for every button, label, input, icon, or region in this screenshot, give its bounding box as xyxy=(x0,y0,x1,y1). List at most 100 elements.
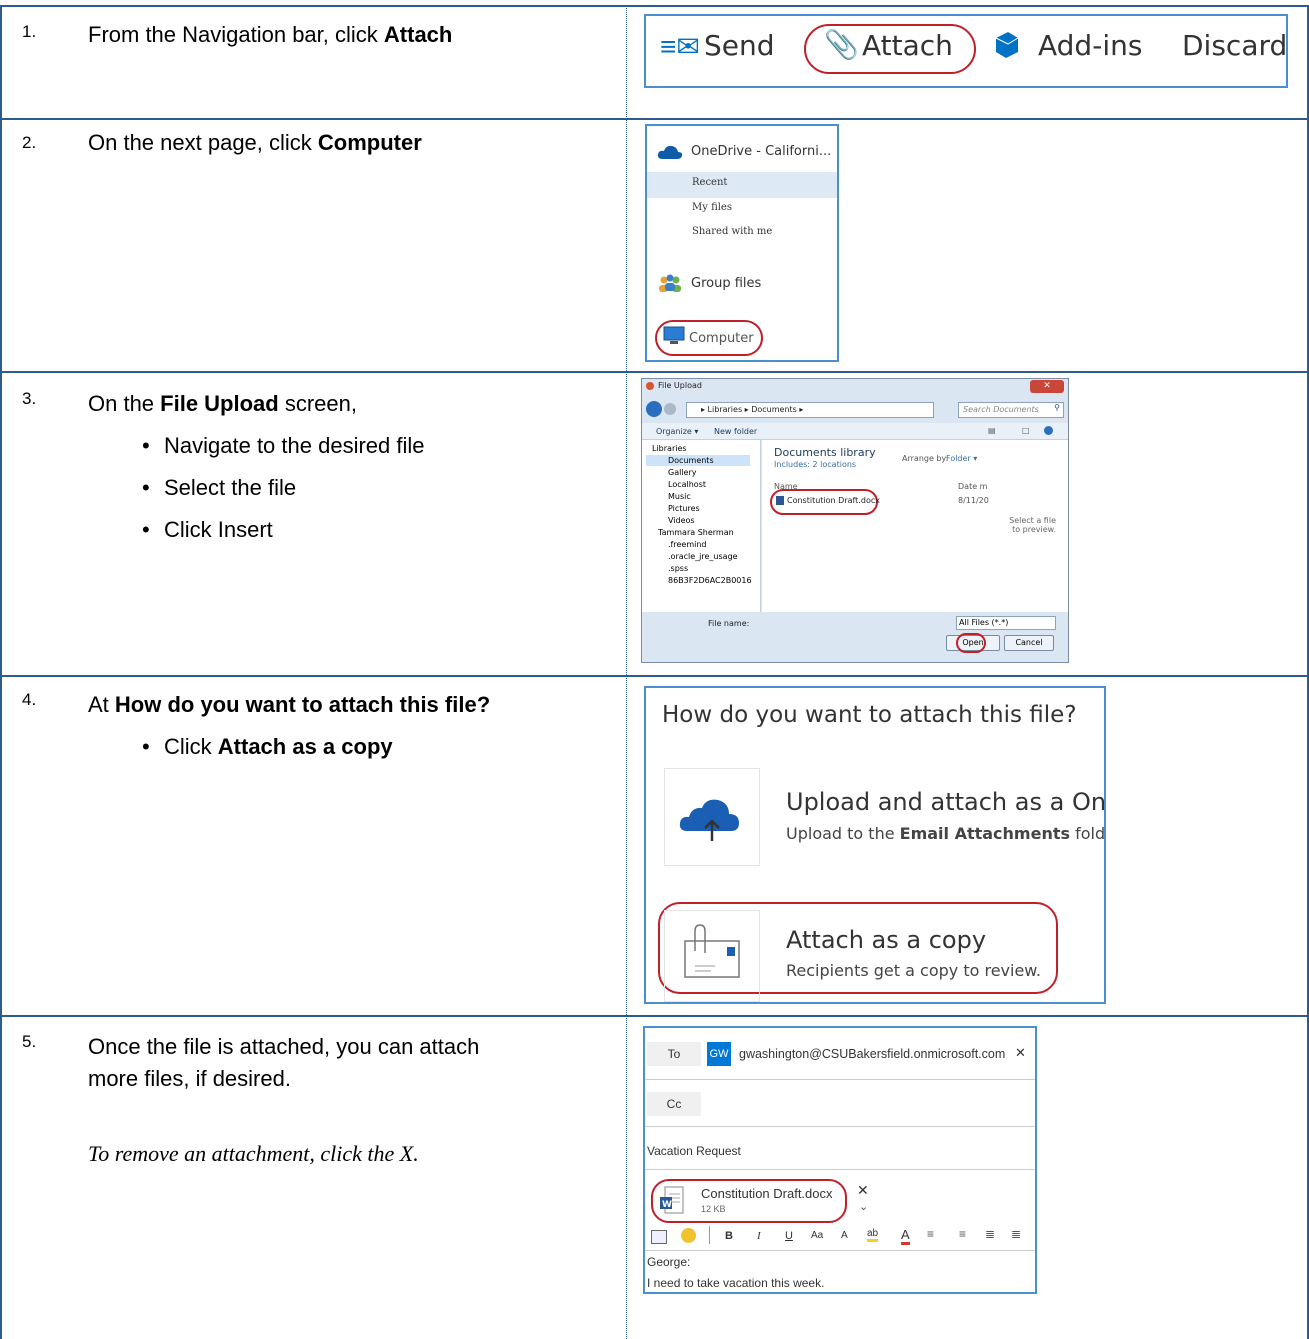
tree-item[interactable]: Music xyxy=(668,492,691,501)
cc-button[interactable]: Cc xyxy=(647,1092,701,1116)
view-icon[interactable]: ▤ xyxy=(988,426,996,435)
attach-copy-desc: Recipients get a copy to review. xyxy=(786,961,1041,980)
table-rule xyxy=(0,371,1309,373)
underline-button[interactable]: U xyxy=(785,1230,793,1242)
close-icon[interactable]: ✕ xyxy=(1030,380,1064,393)
discard-button[interactable]: Discard xyxy=(1182,29,1287,62)
table-divider xyxy=(626,6,627,1339)
group-files-item[interactable]: Group files xyxy=(691,276,761,291)
library-title: Documents library xyxy=(774,446,876,459)
step-text: At How do you want to attach this file? xyxy=(88,692,491,717)
divider xyxy=(645,1169,1035,1170)
tree-item[interactable]: .freemind xyxy=(668,540,706,549)
italic-button[interactable]: I xyxy=(757,1230,761,1242)
addins-button[interactable]: Add-ins xyxy=(1038,29,1142,62)
search-input[interactable]: Search Documents ⚲ xyxy=(958,402,1064,418)
tree-item[interactable]: Videos xyxy=(668,516,695,525)
bullet-item: Click Attach as a copy xyxy=(142,726,393,768)
organize-button[interactable]: Organize ▾ xyxy=(656,427,698,436)
body-line[interactable]: George: xyxy=(647,1255,690,1269)
folder-tree: Libraries Documents Gallery Localhost Mu… xyxy=(642,440,761,612)
cancel-button[interactable]: Cancel xyxy=(1004,635,1054,651)
step-text: On the next page, click Computer xyxy=(88,130,422,155)
step-text: From the Navigation bar, click Attach xyxy=(88,22,453,47)
step-number: 2. xyxy=(22,133,37,152)
recipient-email[interactable]: gwashington@CSUBakersfield.onmicrosoft.c… xyxy=(739,1047,1005,1061)
tree-item[interactable]: Gallery xyxy=(668,468,697,477)
to-button[interactable]: To xyxy=(647,1042,701,1066)
highlight-button[interactable]: ab xyxy=(867,1228,879,1242)
emoji-icon[interactable] xyxy=(681,1228,696,1243)
bullets-icon[interactable]: ≡ xyxy=(927,1227,934,1241)
pane-icon[interactable]: □ xyxy=(1022,426,1030,435)
image-icon[interactable] xyxy=(651,1230,667,1244)
toolbar-separator xyxy=(709,1226,710,1244)
dialog-title: File Upload xyxy=(658,381,702,390)
step-number: 3. xyxy=(22,389,37,408)
subject-field[interactable]: Vacation Request xyxy=(647,1144,741,1158)
bold-button[interactable]: B xyxy=(725,1230,733,1242)
search-placeholder: Search Documents xyxy=(963,405,1039,414)
nav-item-shared[interactable]: Shared with me xyxy=(692,226,772,237)
new-folder-button[interactable]: New folder xyxy=(714,427,757,436)
tree-item[interactable]: Localhost xyxy=(668,480,706,489)
attach-button[interactable]: Attach xyxy=(862,29,953,62)
font-size-button[interactable]: Aa xyxy=(811,1230,823,1241)
nav-item-my-files[interactable]: My files xyxy=(692,202,732,213)
outdent-icon[interactable]: ≣ xyxy=(1011,1227,1021,1241)
grow-font-button[interactable]: A xyxy=(841,1230,848,1241)
indent-icon[interactable]: ≣ xyxy=(985,1227,995,1241)
dialog-app-icon xyxy=(646,382,654,390)
tree-item[interactable]: 86B3F2D6AC2B0016 xyxy=(668,576,752,585)
file-list-pane: Documents library Includes: 2 locations … xyxy=(762,440,1068,612)
attachment-name[interactable]: Constitution Draft.docx xyxy=(701,1186,833,1201)
file-row-date: 8/11/20 xyxy=(958,496,989,505)
body-line[interactable]: I need to take vacation this week. xyxy=(647,1276,824,1290)
numbering-icon[interactable]: ≡ xyxy=(959,1227,966,1241)
divider xyxy=(645,1250,1035,1251)
attachment-size: 12 KB xyxy=(701,1204,726,1214)
upload-option-tile[interactable] xyxy=(664,768,760,866)
remove-attachment-icon[interactable]: ✕ xyxy=(857,1182,869,1199)
cloud-upload-icon xyxy=(679,799,739,841)
attach-copy-title[interactable]: Attach as a copy xyxy=(786,926,986,954)
chevron-down-icon[interactable]: ⌄ xyxy=(859,1200,868,1213)
help-icon[interactable] xyxy=(1044,426,1053,435)
tree-item[interactable]: .oracle_jre_usage xyxy=(668,552,738,561)
tree-item[interactable]: Documents xyxy=(668,456,714,465)
compose-screenshot: To GW gwashington@CSUBakersfield.onmicro… xyxy=(643,1026,1037,1294)
tree-item[interactable]: Pictures xyxy=(668,504,700,513)
attach-dialog-heading: How do you want to attach this file? xyxy=(662,702,1077,728)
file-type-select[interactable]: All Files (*.*) xyxy=(956,616,1056,630)
nav-item-recent[interactable]: Recent xyxy=(692,177,727,188)
attach-copy-tile[interactable] xyxy=(664,910,760,1002)
instruction-table: 1. From the Navigation bar, click Attach… xyxy=(0,0,1309,1339)
send-button[interactable]: Send xyxy=(704,29,775,62)
tree-item[interactable]: Libraries xyxy=(652,444,687,453)
date-column-header[interactable]: Date m xyxy=(958,482,987,491)
step-text: more files, if desired. xyxy=(88,1066,291,1091)
computer-item[interactable]: Computer xyxy=(689,331,754,346)
library-includes[interactable]: Includes: 2 locations xyxy=(774,460,856,469)
arrange-select[interactable]: Folder ▾ xyxy=(946,454,977,463)
computer-icon xyxy=(663,326,685,346)
forward-button[interactable] xyxy=(664,403,676,415)
divider xyxy=(645,1126,1035,1127)
file-row-name[interactable]: Constitution Draft.docx xyxy=(787,496,880,505)
tree-item[interactable]: Tammara Sherman xyxy=(658,528,734,537)
search-icon: ⚲ xyxy=(1054,403,1060,412)
bullet-item: Select the file xyxy=(142,467,296,509)
remove-recipient-icon[interactable]: ✕ xyxy=(1015,1045,1026,1061)
address-bar[interactable]: ▸ Libraries ▸ Documents ▸ xyxy=(686,402,934,418)
onedrive-title[interactable]: OneDrive - Californi... xyxy=(691,144,831,159)
open-highlight xyxy=(956,633,986,653)
file-name-label: File name: xyxy=(708,619,750,628)
step-text: On the File Upload screen, xyxy=(88,391,357,416)
back-button[interactable] xyxy=(646,401,662,417)
tree-item[interactable]: .spss xyxy=(668,564,688,573)
breadcrumb: ▸ Libraries ▸ Documents ▸ xyxy=(701,405,804,414)
table-rule xyxy=(0,6,2,1339)
upload-option-title[interactable]: Upload and attach as a One xyxy=(786,788,1104,816)
font-color-button[interactable]: A xyxy=(901,1227,910,1245)
attach-dialog-screenshot: How do you want to attach this file? Upl… xyxy=(644,686,1106,1004)
